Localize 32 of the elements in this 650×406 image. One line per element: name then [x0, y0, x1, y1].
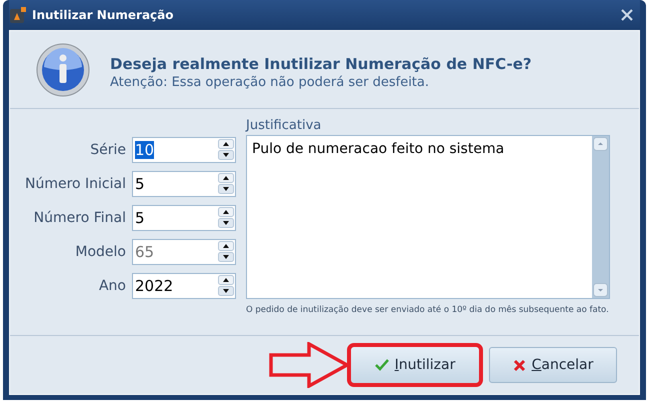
spin-buttons[interactable]	[218, 173, 234, 195]
field-value: 5	[135, 209, 146, 227]
field-value: Pulo de numeracao feito no sistema	[251, 140, 506, 159]
cancel-button[interactable]: Cancelar	[489, 347, 617, 383]
field-label: Ano	[98, 276, 126, 296]
field-label: Modelo	[74, 242, 126, 262]
spin-buttons[interactable]	[218, 207, 234, 229]
window-title: Inutilizar Numeração	[32, 7, 175, 24]
check-icon	[374, 359, 389, 371]
warning-text: Atenção: Essa operação não poderá ser desfeita.	[110, 74, 430, 92]
field-value: 65	[135, 243, 156, 261]
confirm-button[interactable]: Inutilizar	[351, 347, 479, 383]
field-label: Número Inicial	[24, 174, 126, 194]
note-text: O pedido de inutilização deve ser enviado até o 10º dia do mês subsequente ao fato.	[246, 304, 610, 317]
spin-buttons[interactable]	[218, 275, 234, 297]
spin-field[interactable]: 5	[132, 205, 236, 231]
info-icon	[36, 42, 90, 96]
field-label: Número Final	[32, 208, 126, 228]
spin-field[interactable]: 2022	[132, 273, 236, 299]
field-value: 10	[135, 141, 156, 159]
cross-icon	[512, 358, 526, 372]
close-icon[interactable]	[621, 9, 633, 21]
field-value: 2022	[135, 277, 174, 295]
spin-field[interactable]: 5	[132, 171, 236, 197]
spin-field[interactable]: 10	[132, 137, 236, 163]
field-label: Justificativa	[246, 117, 322, 135]
app-icon	[10, 7, 26, 23]
field-label: Série	[89, 140, 126, 160]
text-area[interactable]: Pulo de numeracao feito no sistema	[246, 135, 610, 299]
dialog-question: Deseja realmente Inutilizar Numeração de NFC-e?	[110, 54, 532, 74]
spin-buttons[interactable]	[218, 139, 234, 161]
field-value: 5	[135, 175, 146, 193]
